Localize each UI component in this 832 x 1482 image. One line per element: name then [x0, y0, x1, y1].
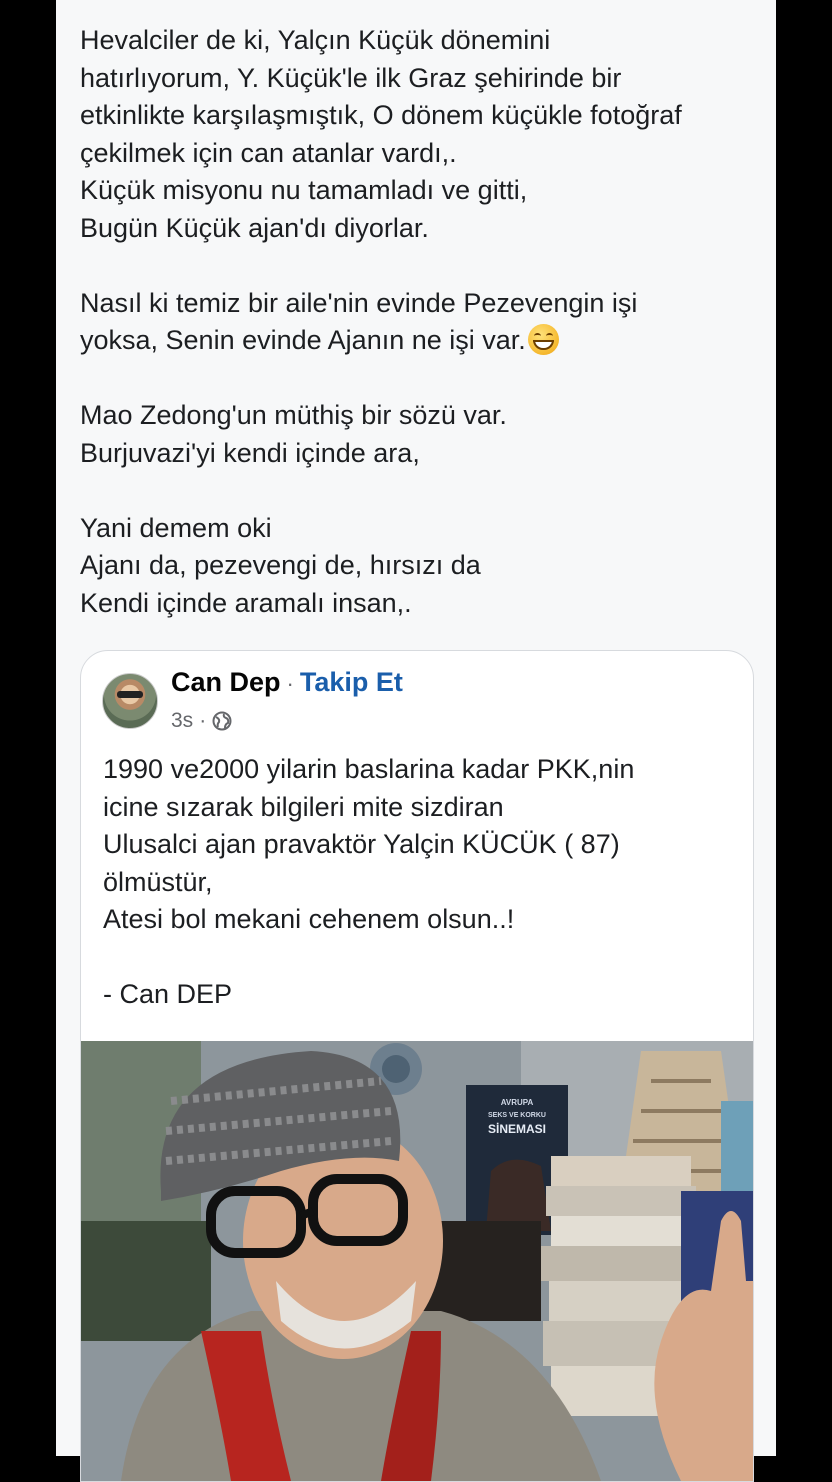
shared-line: 1990 ve2000 yilarin baslarina kadar PKK,… — [103, 754, 635, 784]
post-line: yoksa, Senin evinde Ajanın ne işi var. — [80, 322, 760, 360]
shared-line: ölmüstür, — [103, 866, 213, 897]
post-line: çekilmek için can atanlar vardı,. — [80, 137, 457, 168]
shared-line: Ulusalci ajan pravaktör Yalçin KÜCÜK ( 8… — [103, 829, 620, 859]
post-photo[interactable]: AVRUPA SEKS VE KORKU SİNEMASI — [81, 1041, 753, 1481]
separator: · — [286, 671, 294, 696]
post-line: Yani demem oki — [80, 512, 272, 543]
post-line: Mao Zedong'un müthiş bir sözü var. — [80, 400, 507, 430]
svg-text:SİNEMASI: SİNEMASI — [488, 1121, 546, 1136]
follow-button[interactable]: Takip Et — [300, 667, 403, 697]
post-line: Bugün Küçük ajan'dı diyorlar. — [80, 212, 429, 243]
shared-post-body: 1990 ve2000 yilarin baslarina kadar PKK,… — [103, 751, 743, 1014]
post-body: Hevalciler de ki, Yalçın Küçük dönemini … — [80, 22, 760, 622]
photo-illustration: AVRUPA SEKS VE KORKU SİNEMASI — [81, 1041, 753, 1481]
post-meta: 3s · — [171, 709, 232, 733]
globe-icon — [212, 711, 232, 731]
shared-line: icine sızarak bilgileri mite sizdiran — [103, 791, 504, 822]
grinning-face-icon — [527, 324, 559, 355]
svg-text:AVRUPA: AVRUPA — [501, 1098, 534, 1107]
post-line-text: yoksa, Senin evinde Ajanın ne işi var. — [80, 325, 526, 355]
post-line: Ajanı da, pezevengi de, hırsızı da — [80, 550, 481, 580]
author-line: Can Dep · Takip Et — [171, 667, 403, 698]
post-line: hatırlıyorum, Y. Küçük'le ilk Graz şehir… — [80, 62, 622, 93]
avatar[interactable] — [102, 673, 158, 729]
post-time[interactable]: 3s — [171, 709, 193, 733]
post-line: Kendi içinde aramalı insan,. — [80, 587, 412, 618]
svg-text:SEKS VE KORKU: SEKS VE KORKU — [488, 1112, 546, 1119]
meta-separator: · — [199, 709, 207, 732]
post-line: Hevalciler de ki, Yalçın Küçük dönemini — [80, 25, 551, 55]
post-line: Nasıl ki temiz bir aile'nin evinde Pezev… — [80, 287, 638, 318]
shared-line: - Can DEP — [103, 979, 233, 1009]
post-line: Küçük misyonu nu tamamladı ve gitti, — [80, 175, 528, 205]
post-line: etkinlikte karşılaşmıştık, O dönem küçük… — [80, 100, 682, 130]
shared-post-card[interactable]: Can Dep · Takip Et 3s · 1990 ve2000 yilari… — [80, 650, 754, 1482]
facebook-post: Hevalciler de ki, Yalçın Küçük dönemini … — [56, 0, 776, 1482]
author-name[interactable]: Can Dep — [171, 667, 281, 697]
post-line: Burjuvazi'yi kendi içinde ara, — [80, 437, 420, 468]
shared-line: Atesi bol mekani cehenem olsun..! — [103, 904, 515, 934]
